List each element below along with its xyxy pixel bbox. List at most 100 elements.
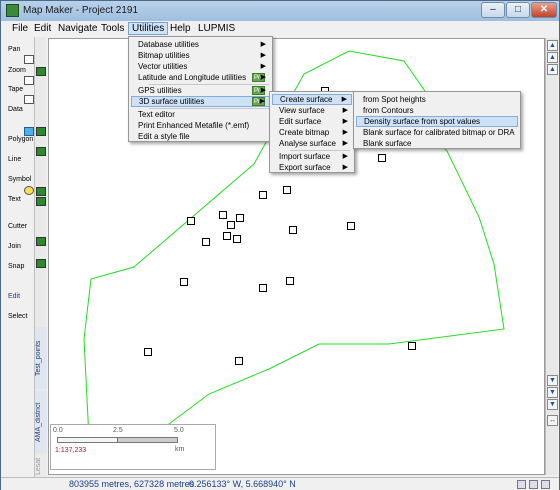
- menu-print-emf[interactable]: Print Enhanced Metafile (*.emf): [131, 120, 270, 131]
- spot-point-marker[interactable]: [202, 238, 210, 246]
- layer-swatch[interactable]: [36, 127, 46, 136]
- spot-point-marker[interactable]: [235, 357, 243, 365]
- spot-point-marker[interactable]: [289, 226, 297, 234]
- menu-blank-surface-calibrated[interactable]: Blank surface for calibrated bitmap or D…: [356, 127, 518, 138]
- spot-point-marker[interactable]: [259, 191, 267, 199]
- menu-text-editor[interactable]: Text editor: [131, 109, 270, 120]
- scroll-down-page-button[interactable]: ▼: [547, 375, 558, 386]
- menu-item-label: Latitude and Longitude utilities: [138, 73, 247, 82]
- spot-point-marker[interactable]: [187, 217, 195, 225]
- menu-analyse-surface[interactable]: Analyse surface ▶: [272, 138, 352, 149]
- menu-file[interactable]: File: [9, 22, 31, 35]
- menu-navigate[interactable]: Navigate: [55, 22, 100, 35]
- spot-point-marker[interactable]: [259, 284, 267, 292]
- menu-help[interactable]: Help: [167, 22, 194, 35]
- menu-view-surface[interactable]: View surface ▶: [272, 105, 352, 116]
- tool-zoom[interactable]: Zoom: [8, 67, 26, 74]
- submenu-arrow-icon: ▶: [260, 87, 266, 94]
- menu-create-surface[interactable]: Create surface ▶: [272, 94, 352, 105]
- polygon-icon[interactable]: [24, 127, 34, 136]
- menu-density-surface[interactable]: Density surface from spot values: [356, 116, 518, 127]
- scroll-down-fast-button[interactable]: ▼: [547, 387, 558, 398]
- layer-swatch[interactable]: [36, 237, 46, 246]
- menu-3d-surface-utilities[interactable]: 3D surface utilities Pro ▶: [131, 96, 270, 107]
- spot-point-marker[interactable]: [233, 235, 241, 243]
- layer-swatch[interactable]: [36, 259, 46, 268]
- menu-edit-surface[interactable]: Edit surface ▶: [272, 116, 352, 127]
- tool-edit[interactable]: Edit: [8, 293, 20, 300]
- menu-tools[interactable]: Tools: [98, 22, 127, 35]
- menu-item-label: 3D surface utilities: [139, 97, 205, 106]
- menu-item-label: Vector utilities: [138, 62, 188, 71]
- tool-data[interactable]: Data: [8, 106, 23, 113]
- layer-swatch[interactable]: [36, 147, 46, 156]
- scroll-up-button[interactable]: ▲: [547, 40, 558, 51]
- close-button[interactable]: ✕: [531, 2, 557, 18]
- tool-line[interactable]: Line: [8, 156, 21, 163]
- menu-blank-surface[interactable]: Blank surface: [356, 138, 518, 149]
- spot-point-marker[interactable]: [236, 214, 244, 222]
- menu-from-contours[interactable]: from Contours: [356, 105, 518, 116]
- menu-gps-utilities[interactable]: GPS utilities Pro ▶: [131, 85, 270, 96]
- tool-join[interactable]: Join: [8, 243, 21, 250]
- layer-swatch[interactable]: [36, 187, 46, 196]
- tool-symbol[interactable]: Symbol: [8, 176, 31, 183]
- menu-create-bitmap[interactable]: Create bitmap ▶: [272, 127, 352, 138]
- vertical-scrollbar[interactable]: ▲ ▲ ▲ ▼ ▼ ▼ ↔: [545, 38, 558, 475]
- menu-bar: File Edit Navigate Tools Utilities Help …: [1, 21, 559, 36]
- layer-ama-district[interactable]: AMA_district: [35, 391, 47, 453]
- zoom-icon[interactable]: [24, 55, 34, 64]
- layer-swatch[interactable]: [36, 67, 46, 76]
- menu-database-utilities[interactable]: Database utilities ▶: [131, 39, 270, 50]
- status-toggle-icon[interactable]: [529, 480, 538, 489]
- scroll-down-button[interactable]: ▼: [547, 399, 558, 410]
- layer-swatch[interactable]: [36, 197, 46, 206]
- create-surface-submenu: from Spot heights from Contours Density …: [353, 91, 521, 149]
- menu-item-label: Edit surface: [279, 117, 322, 126]
- tool-snap[interactable]: Snap: [8, 263, 24, 270]
- spot-point-marker[interactable]: [408, 342, 416, 350]
- spot-point-marker[interactable]: [283, 186, 291, 194]
- tape-icon[interactable]: [24, 76, 34, 85]
- spot-point-marker[interactable]: [219, 211, 227, 219]
- tool-select[interactable]: Select: [8, 313, 27, 320]
- menu-latlon-utilities[interactable]: Latitude and Longitude utilities Pro ▶: [131, 72, 270, 83]
- menu-item-label: Analyse surface: [279, 139, 336, 148]
- menu-export-surface[interactable]: Export surface ▶: [272, 162, 352, 173]
- maximize-button[interactable]: □: [506, 2, 530, 18]
- tool-pan[interactable]: Pan: [8, 46, 20, 53]
- menu-vector-utilities[interactable]: Vector utilities ▶: [131, 61, 270, 72]
- spot-point-marker[interactable]: [227, 221, 235, 229]
- menu-item-label: Database utilities: [138, 40, 199, 49]
- scroll-up-page-button[interactable]: ▲: [547, 64, 558, 75]
- menu-lupmis[interactable]: LUPMIS: [195, 22, 238, 35]
- layer-test-points[interactable]: Test_points: [35, 327, 47, 389]
- tool-tape[interactable]: Tape: [8, 86, 23, 93]
- spot-point-marker[interactable]: [286, 277, 294, 285]
- menu-bitmap-utilities[interactable]: Bitmap utilities ▶: [131, 50, 270, 61]
- menu-from-spot-heights[interactable]: from Spot heights: [356, 94, 518, 105]
- menu-utilities[interactable]: Utilities: [128, 22, 169, 35]
- data-icon[interactable]: [24, 95, 34, 104]
- status-toggle-icon[interactable]: [517, 480, 526, 489]
- zoom-toggle-icon[interactable]: ↔: [547, 415, 558, 426]
- tool-text[interactable]: Text: [8, 196, 21, 203]
- spot-point-marker[interactable]: [223, 232, 231, 240]
- utilities-menu: Database utilities ▶ Bitmap utilities ▶ Ve…: [128, 36, 273, 142]
- tool-cutter[interactable]: Cutter: [8, 223, 27, 230]
- scale-bar: 0.0 2.5 5.0 1:137,233 km: [50, 424, 216, 470]
- scroll-up-fast-button[interactable]: ▲: [547, 52, 558, 63]
- layer-lesat[interactable]: Lesat: [35, 455, 47, 477]
- spot-point-marker[interactable]: [378, 154, 386, 162]
- text-icon[interactable]: [24, 186, 34, 195]
- status-toggle-icon[interactable]: [541, 480, 550, 489]
- menu-import-surface[interactable]: Import surface ▶: [272, 151, 352, 162]
- scale-tick-1: 2.5: [113, 427, 123, 434]
- tool-polygon[interactable]: Polygon: [8, 136, 33, 143]
- minimize-button[interactable]: –: [481, 2, 505, 18]
- spot-point-marker[interactable]: [347, 222, 355, 230]
- menu-edit[interactable]: Edit: [31, 22, 54, 35]
- spot-point-marker[interactable]: [180, 278, 188, 286]
- menu-edit-style-file[interactable]: Edit a style file: [131, 131, 270, 142]
- spot-point-marker[interactable]: [144, 348, 152, 356]
